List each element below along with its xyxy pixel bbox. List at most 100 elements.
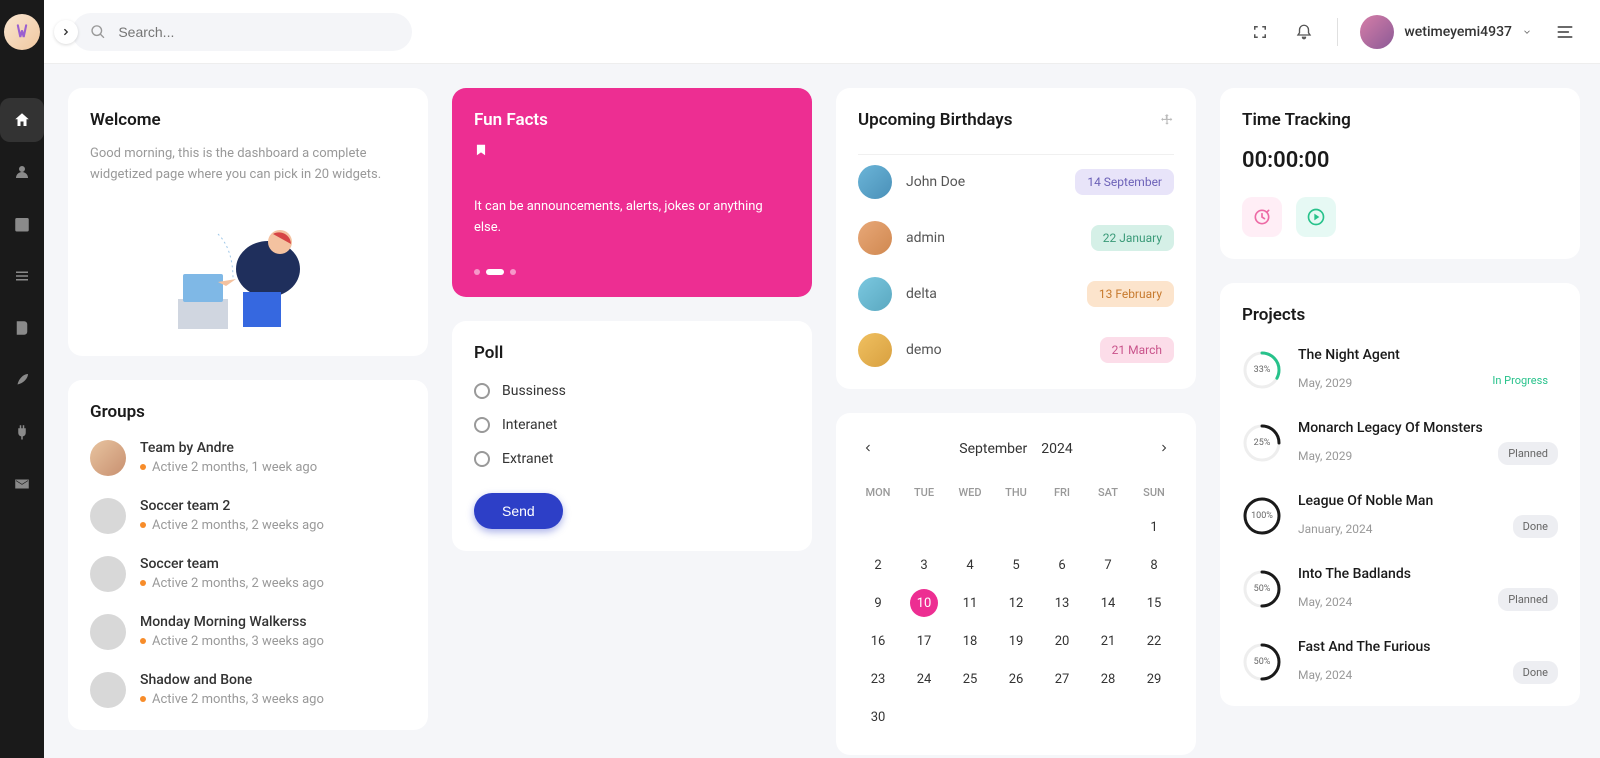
search-input[interactable] [118, 24, 394, 40]
calendar-day[interactable]: 25 [956, 665, 984, 693]
calendar-day[interactable]: 23 [864, 665, 892, 693]
poll-title: Poll [474, 343, 790, 363]
poll-option[interactable]: Extranet [474, 451, 790, 467]
calendar-day[interactable]: 1 [1140, 513, 1168, 541]
poll-option[interactable]: Interanet [474, 417, 790, 433]
project-item[interactable]: 100%League Of Noble ManJanuary, 2024Done [1242, 493, 1558, 538]
group-item[interactable]: Team by AndreActive 2 months, 1 week ago [90, 440, 406, 476]
calendar-day[interactable]: 5 [1002, 551, 1030, 579]
project-date: May, 2029 [1298, 449, 1352, 463]
project-progress-ring: 100% [1242, 496, 1282, 536]
group-item[interactable]: Monday Morning WalkerssActive 2 months, … [90, 614, 406, 650]
calendar-day[interactable]: 6 [1048, 551, 1076, 579]
calendar-day[interactable]: 21 [1094, 627, 1122, 655]
birthday-date: 13 February [1087, 281, 1174, 307]
group-item[interactable]: Soccer team 2Active 2 months, 2 weeks ag… [90, 498, 406, 534]
project-date: May, 2029 [1298, 376, 1352, 390]
sidebar-expand-button[interactable] [54, 20, 78, 44]
topbar: wetimeyemi4937 [44, 0, 1600, 64]
funfacts-title: Fun Facts [474, 110, 790, 130]
calendar-day[interactable]: 19 [1002, 627, 1030, 655]
calendar-day[interactable]: 7 [1094, 551, 1122, 579]
carousel-dot[interactable] [510, 269, 516, 275]
calendar-day[interactable]: 14 [1094, 589, 1122, 617]
project-item[interactable]: 50%Into The BadlandsMay, 2024Planned [1242, 566, 1558, 611]
funfacts-card: Fun Facts It can be announcements, alert… [452, 88, 812, 297]
nav-list[interactable] [0, 254, 44, 298]
calendar-day[interactable]: 4 [956, 551, 984, 579]
calendar-day[interactable]: 20 [1048, 627, 1076, 655]
group-name: Shadow and Bone [140, 672, 324, 688]
project-progress-ring: 33% [1242, 350, 1282, 390]
calendar-day[interactable]: 8 [1140, 551, 1168, 579]
birthday-item[interactable]: demo21 March [858, 333, 1174, 367]
calendar-day[interactable]: 17 [910, 627, 938, 655]
group-active-text: Active 2 months, 2 weeks ago [140, 576, 324, 591]
calendar-day[interactable]: 10 [910, 589, 938, 617]
group-item[interactable]: Shadow and BoneActive 2 months, 3 weeks … [90, 672, 406, 708]
project-item[interactable]: 50%Fast And The FuriousMay, 2024Done [1242, 639, 1558, 684]
nav-users[interactable] [0, 150, 44, 194]
user-avatar [1360, 15, 1394, 49]
move-icon[interactable] [1160, 113, 1174, 127]
calendar-month: September [959, 441, 1027, 457]
birthday-item[interactable]: John Doe14 September [858, 165, 1174, 199]
menu-toggle-button[interactable] [1554, 21, 1576, 43]
time-tracking-value: 00:00:00 [1242, 148, 1558, 173]
calendar-empty [1002, 513, 1030, 541]
time-reset-button[interactable] [1242, 197, 1282, 237]
calendar-day[interactable]: 15 [1140, 589, 1168, 617]
group-name: Soccer team [140, 556, 324, 572]
group-avatar [90, 440, 126, 476]
birthday-avatar [858, 221, 892, 255]
calendar-title: September 2024 [959, 441, 1072, 457]
calendar-day[interactable]: 16 [864, 627, 892, 655]
calendar-day[interactable]: 9 [864, 589, 892, 617]
group-item[interactable]: Soccer team Active 2 months, 2 weeks ago [90, 556, 406, 592]
birthday-item[interactable]: admin22 January [858, 221, 1174, 255]
project-item[interactable]: 25%Monarch Legacy Of MonstersMay, 2029Pl… [1242, 420, 1558, 465]
poll-option[interactable]: Bussiness [474, 383, 790, 399]
nav-mail[interactable] [0, 462, 44, 506]
notifications-button[interactable] [1293, 21, 1315, 43]
calendar-day[interactable]: 24 [910, 665, 938, 693]
nav-blog[interactable] [0, 306, 44, 350]
calendar-dow: TUE [904, 480, 944, 505]
nav-home[interactable] [0, 98, 44, 142]
calendar-day[interactable]: 26 [1002, 665, 1030, 693]
calendar-day[interactable]: 13 [1048, 589, 1076, 617]
birthday-item[interactable]: delta13 February [858, 277, 1174, 311]
project-percent: 33% [1254, 365, 1271, 375]
carousel-dot[interactable] [486, 269, 504, 275]
app-logo[interactable] [4, 14, 40, 50]
calendar-day[interactable]: 30 [864, 703, 892, 731]
poll-send-button[interactable]: Send [474, 493, 563, 529]
project-status-badge: Planned [1498, 588, 1558, 611]
calendar-day[interactable]: 28 [1094, 665, 1122, 693]
user-menu[interactable]: wetimeyemi4937 [1360, 15, 1532, 49]
carousel-dots[interactable] [474, 269, 790, 275]
nav-feather[interactable] [0, 358, 44, 402]
project-percent: 100% [1251, 511, 1273, 521]
birthdays-title: Upcoming Birthdays [858, 110, 1013, 130]
nav-calendar[interactable] [0, 202, 44, 246]
time-play-button[interactable] [1296, 197, 1336, 237]
calendar-day[interactable]: 27 [1048, 665, 1076, 693]
fullscreen-button[interactable] [1249, 21, 1271, 43]
calendar-day[interactable]: 29 [1140, 665, 1168, 693]
search-box[interactable] [72, 13, 412, 51]
carousel-dot[interactable] [474, 269, 480, 275]
welcome-illustration [90, 204, 406, 334]
calendar-day[interactable]: 2 [864, 551, 892, 579]
group-name: Soccer team 2 [140, 498, 324, 514]
calendar-day[interactable]: 11 [956, 589, 984, 617]
calendar-prev-button[interactable] [858, 435, 878, 462]
calendar-day[interactable]: 22 [1140, 627, 1168, 655]
calendar-day[interactable]: 18 [956, 627, 984, 655]
calendar-day[interactable]: 12 [1002, 589, 1030, 617]
calendar-day[interactable]: 3 [910, 551, 938, 579]
calendar-next-button[interactable] [1154, 435, 1174, 462]
project-percent: 50% [1254, 584, 1271, 594]
nav-plug[interactable] [0, 410, 44, 454]
project-item[interactable]: 33%The Night AgentMay, 2029In Progress [1242, 347, 1558, 392]
